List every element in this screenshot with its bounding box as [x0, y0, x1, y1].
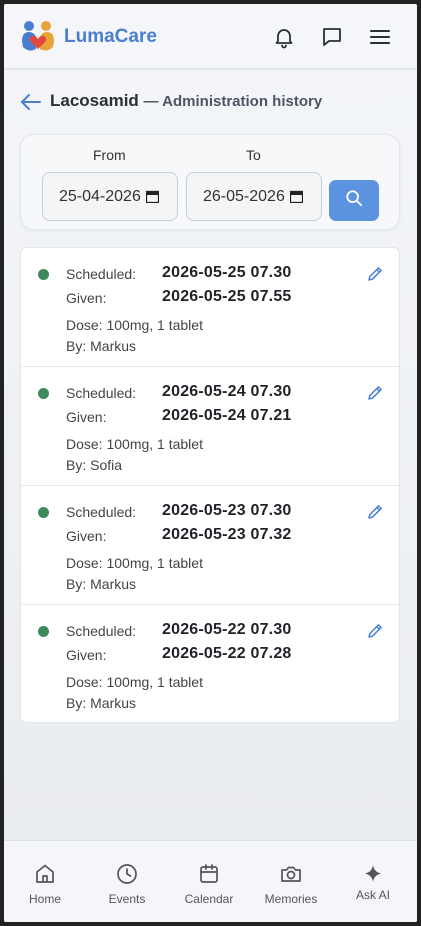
scheduled-label: Scheduled: — [66, 385, 137, 401]
given-status-dot — [38, 507, 49, 518]
dose-text: Dose: 100mg, 1 tablet — [66, 436, 203, 452]
back-arrow-icon[interactable] — [20, 92, 42, 112]
given-status-dot — [38, 388, 49, 399]
nav-ask-ai[interactable]: Ask AI — [332, 841, 414, 922]
from-date-input[interactable]: 25-04-2026 — [42, 172, 178, 221]
app-header: LumaCare — [4, 4, 417, 69]
scheduled-time: 2026-05-22 07.30 — [162, 621, 292, 638]
clock-icon — [115, 862, 139, 886]
given-status-dot — [38, 626, 49, 637]
pencil-icon[interactable] — [366, 503, 384, 521]
scheduled-time: 2026-05-24 07.30 — [162, 383, 292, 400]
medication-name: Lacosamid — [50, 91, 139, 110]
lumacare-logo-icon — [20, 19, 56, 55]
given-status-dot — [38, 269, 49, 280]
given-time: 2026-05-25 07.55 — [162, 288, 292, 305]
dose-text: Dose: 100mg, 1 tablet — [66, 317, 203, 333]
nav-events[interactable]: Events — [86, 841, 168, 922]
from-date-value: 25-04-2026 — [59, 187, 141, 205]
date-filter-card: From To 25-04-2026 26-05-2026 — [20, 134, 400, 230]
hamburger-menu-icon[interactable] — [368, 25, 392, 49]
home-icon — [33, 862, 57, 886]
nav-memories[interactable]: Memories — [250, 841, 332, 922]
bottom-navigation: Home Events Calendar Memories Ask AI — [4, 840, 417, 922]
given-time: 2026-05-22 07.28 — [162, 645, 292, 662]
scheduled-label: Scheduled: — [66, 623, 137, 639]
nav-home[interactable]: Home — [4, 841, 86, 922]
app-screen: LumaCare Lacosamid — Administration hist… — [4, 4, 417, 922]
given-label: Given: — [66, 647, 107, 663]
given-by-text: By: Markus — [66, 576, 137, 592]
list-item: Scheduled: 2026-05-22 07.30 Given: 2026-… — [21, 605, 399, 722]
scheduled-time: 2026-05-23 07.30 — [162, 502, 292, 519]
scheduled-label: Scheduled: — [66, 266, 137, 282]
given-label: Given: — [66, 528, 107, 544]
scheduled-label: Scheduled: — [66, 504, 137, 520]
camera-icon — [279, 862, 303, 886]
dose-text: Dose: 100mg, 1 tablet — [66, 674, 203, 690]
to-label: To — [246, 147, 261, 163]
nav-ask-ai-label: Ask AI — [355, 888, 390, 902]
app-brand-name: LumaCare — [64, 26, 157, 47]
chat-icon[interactable] — [320, 25, 344, 49]
calendar-picker-icon[interactable] — [289, 190, 304, 204]
dose-text: Dose: 100mg, 1 tablet — [66, 555, 203, 571]
nav-events-label: Events — [108, 892, 146, 906]
sparkle-icon — [361, 862, 385, 886]
page-subtitle: — Administration history — [143, 93, 323, 110]
given-by-text: By: Markus — [66, 338, 137, 354]
pencil-icon[interactable] — [366, 622, 384, 640]
page-title: Lacosamid — Administration history — [50, 91, 322, 111]
list-item: Scheduled: 2026-05-25 07.30 Given: 2026-… — [21, 248, 399, 367]
nav-calendar-label: Calendar — [184, 892, 234, 906]
pencil-icon[interactable] — [366, 384, 384, 402]
search-button[interactable] — [329, 180, 379, 221]
given-label: Given: — [66, 290, 107, 306]
pencil-icon[interactable] — [366, 265, 384, 283]
list-item: Scheduled: 2026-05-24 07.30 Given: 2026-… — [21, 367, 399, 486]
given-label: Given: — [66, 409, 107, 425]
search-icon — [345, 189, 363, 212]
nav-home-label: Home — [28, 892, 61, 906]
list-item: Scheduled: 2026-05-23 07.30 Given: 2026-… — [21, 486, 399, 605]
scheduled-time: 2026-05-25 07.30 — [162, 264, 292, 281]
given-by-text: By: Sofia — [66, 457, 123, 473]
from-label: From — [93, 147, 126, 163]
bell-icon[interactable] — [272, 25, 296, 49]
calendar-picker-icon[interactable] — [145, 190, 160, 204]
nav-memories-label: Memories — [264, 892, 318, 906]
administration-history-list: Scheduled: 2026-05-25 07.30 Given: 2026-… — [20, 247, 400, 723]
given-time: 2026-05-23 07.32 — [162, 526, 292, 543]
calendar-icon — [197, 862, 221, 886]
given-by-text: By: Markus — [66, 695, 137, 711]
given-time: 2026-05-24 07.21 — [162, 407, 292, 424]
to-date-input[interactable]: 26-05-2026 — [186, 172, 322, 221]
nav-calendar[interactable]: Calendar — [168, 841, 250, 922]
to-date-value: 26-05-2026 — [203, 187, 285, 205]
